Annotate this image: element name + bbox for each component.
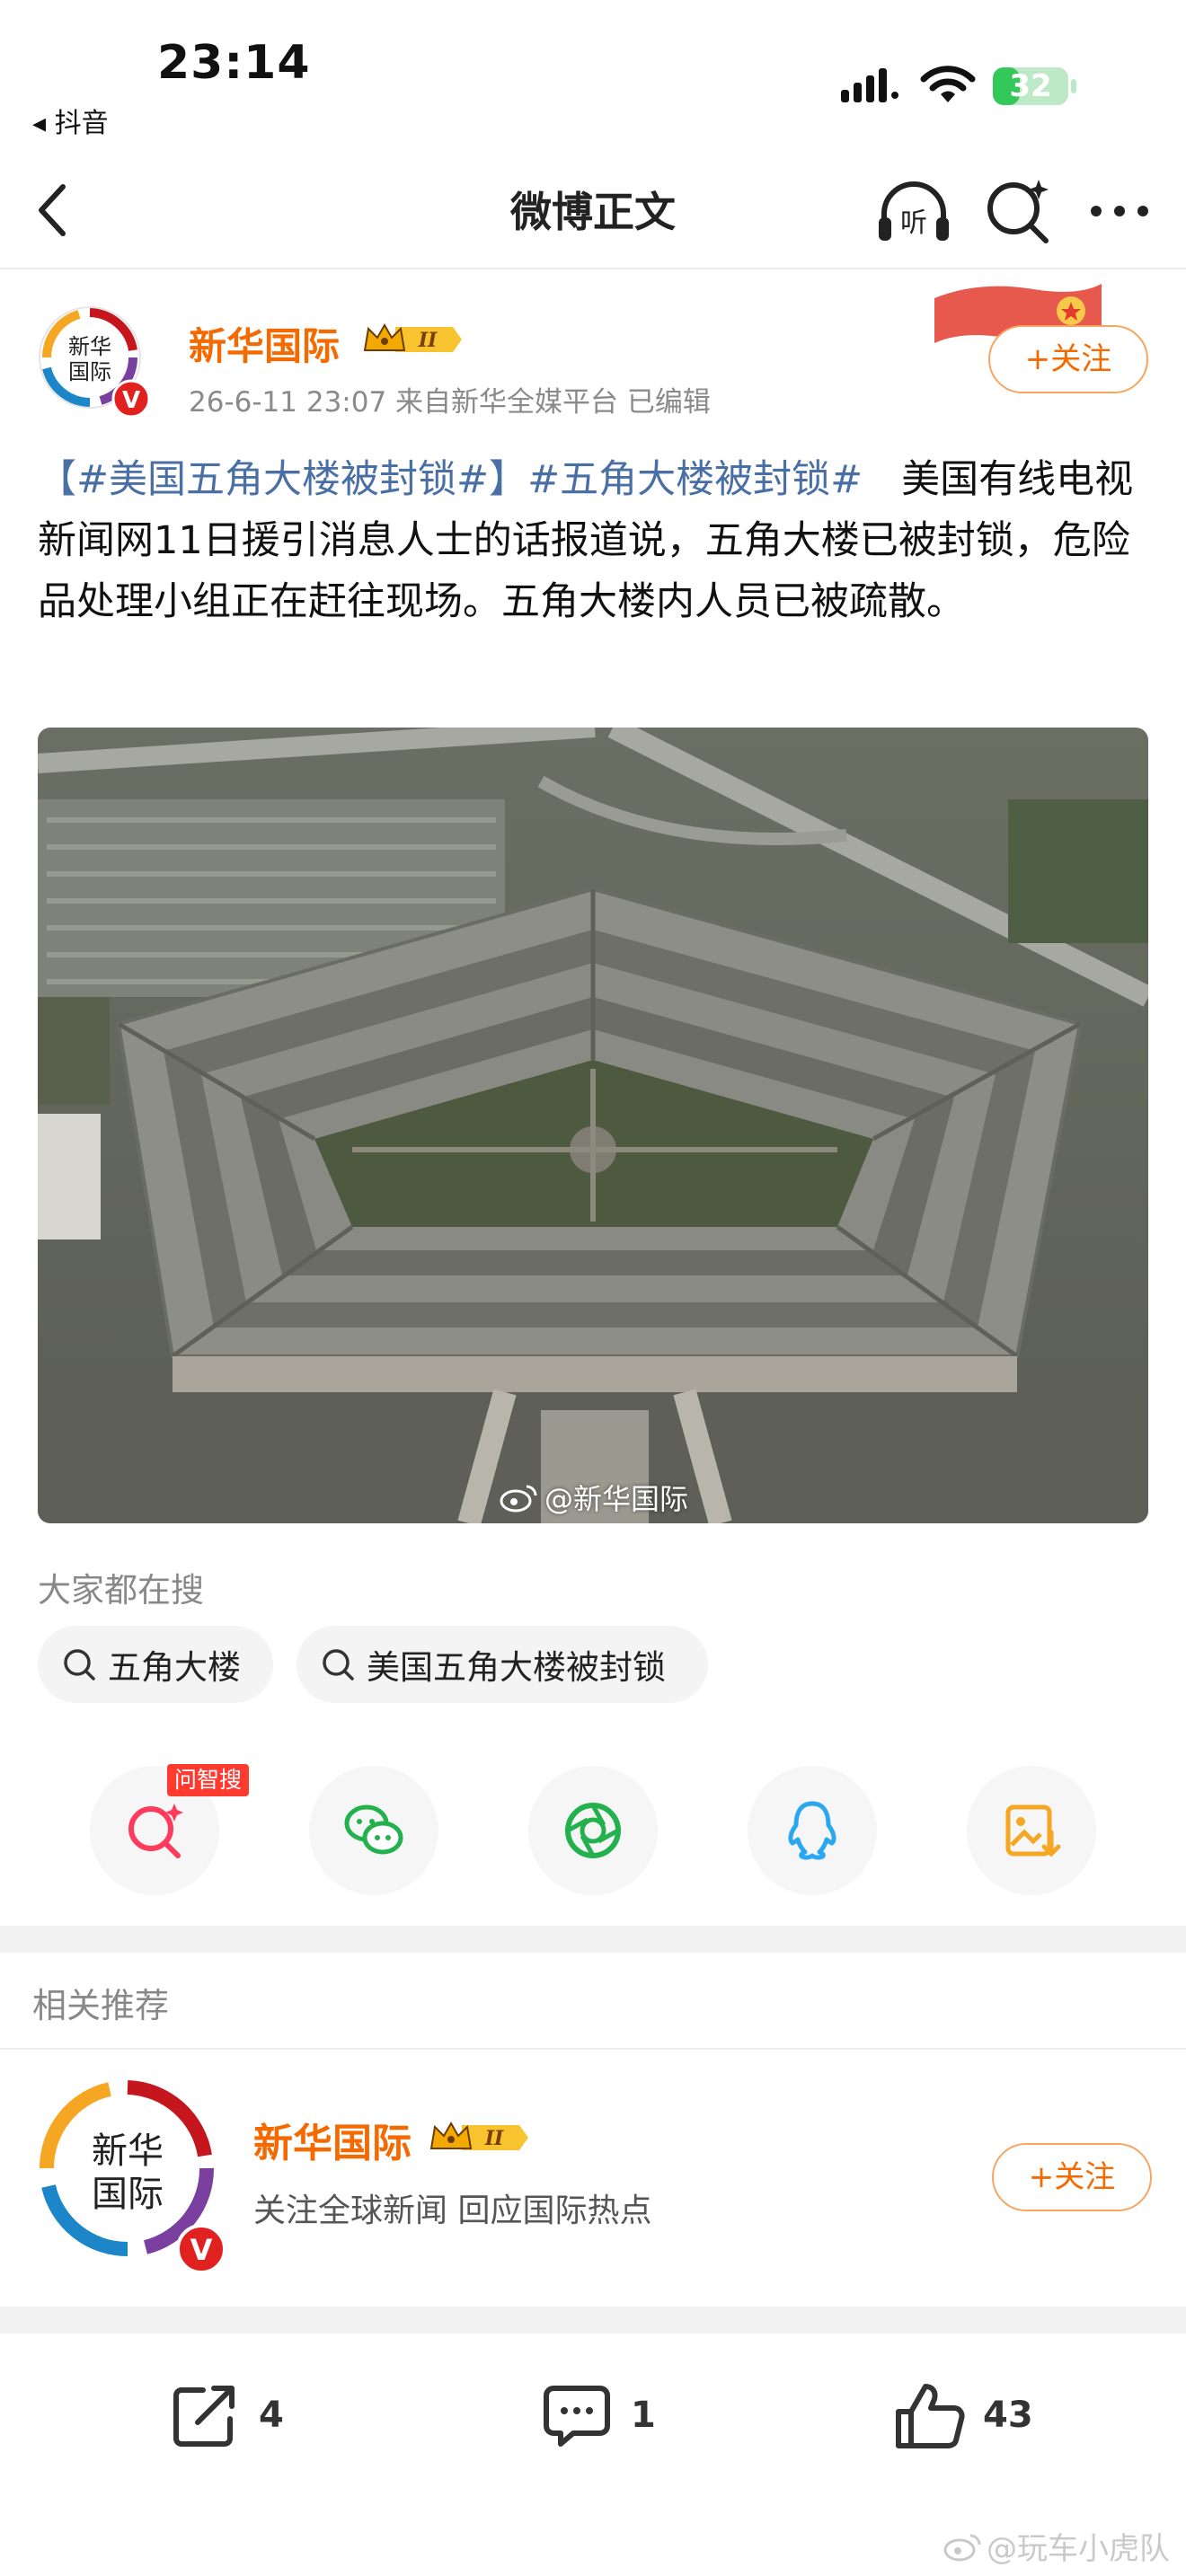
crown-level-badge-icon: II bbox=[429, 2121, 528, 2150]
level-text: II bbox=[484, 2127, 504, 2150]
avatar-text-line1: 新华 bbox=[68, 334, 111, 359]
image-watermark: @新华国际 bbox=[500, 1477, 688, 1518]
save-image-button[interactable] bbox=[967, 1766, 1096, 1895]
search-icon bbox=[323, 1649, 354, 1681]
related-author-name[interactable]: 新华国际 bbox=[253, 2111, 412, 2168]
level-text: II bbox=[418, 329, 438, 352]
related-follow-button[interactable]: +关注 bbox=[992, 2143, 1152, 2211]
back-to-app-link[interactable]: ◂ 抖音 bbox=[32, 101, 109, 140]
repost-count: 4 bbox=[259, 2395, 284, 2436]
avatar-text-line2: 国际 bbox=[68, 359, 111, 384]
listen-headphones-icon[interactable]: 听 bbox=[873, 172, 954, 250]
battery-level: 32 bbox=[1009, 68, 1052, 104]
comment-bubble-icon bbox=[544, 2386, 610, 2447]
related-heading: 相关推荐 bbox=[32, 1986, 170, 2025]
related-author-description: 关注全球新闻 回应国际热点 bbox=[253, 2192, 652, 2229]
comment-count: 1 bbox=[631, 2395, 656, 2436]
share-moments-button[interactable] bbox=[528, 1766, 658, 1895]
image-watermark-text: @新华国际 bbox=[544, 1482, 689, 1516]
weibo-logo-icon bbox=[943, 2534, 981, 2561]
related-author-avatar[interactable]: 新华 国际 V bbox=[34, 2075, 230, 2280]
ai-search-badge: 问智搜 bbox=[167, 1764, 250, 1796]
repost-share-icon bbox=[173, 2386, 235, 2447]
weibo-logo-icon bbox=[500, 1485, 537, 1513]
share-wechat-button[interactable] bbox=[309, 1766, 438, 1895]
wifi-icon bbox=[920, 66, 976, 102]
section-divider bbox=[0, 1926, 1186, 1953]
ai-search-icon bbox=[128, 1804, 183, 1858]
thumbs-up-icon bbox=[896, 2384, 965, 2448]
post-body: 【#美国五角大楼被封锁#】#五角大楼被封锁# 美国有线电视新闻网11日援引消息人… bbox=[38, 449, 1152, 632]
listen-label: 听 bbox=[900, 207, 927, 239]
page-title: 微博正文 bbox=[510, 188, 676, 236]
trending-search-heading: 大家都在搜 bbox=[38, 1571, 204, 1610]
comment-button[interactable]: 1 bbox=[539, 2375, 656, 2456]
author-avatar[interactable]: 新华 国际 V bbox=[38, 305, 155, 422]
ai-search-icon[interactable] bbox=[979, 172, 1057, 250]
verified-badge: V bbox=[122, 387, 140, 414]
bottom-watermark: @玩车小虎队 bbox=[943, 2524, 1170, 2568]
back-arrow-icon[interactable] bbox=[27, 174, 81, 246]
status-time: 23:14 bbox=[157, 36, 311, 90]
post-author-header: 新华 国际 V 新华国际 II 26-6-11 23:07 来自新华全媒平台 已… bbox=[0, 269, 1186, 431]
pentagon-aerial-photo bbox=[38, 728, 1148, 1523]
search-chip-pentagon-locked[interactable]: 美国五角大楼被封锁 bbox=[296, 1626, 708, 1703]
follow-button[interactable]: +关注 bbox=[988, 325, 1148, 393]
topic-link-pentagon-locked[interactable]: 【#美国五角大楼被封锁#】 bbox=[38, 457, 527, 502]
save-image-icon bbox=[1005, 1804, 1061, 1857]
moments-aperture-icon bbox=[565, 1803, 621, 1858]
like-button[interactable]: 43 bbox=[891, 2375, 1033, 2456]
search-chip-pentagon[interactable]: 五角大楼 bbox=[38, 1626, 273, 1703]
repost-button[interactable]: 4 bbox=[167, 2375, 284, 2456]
verified-badge: V bbox=[190, 2233, 213, 2267]
post-meta: 26-6-11 23:07 来自新华全媒平台 已编辑 bbox=[189, 386, 711, 419]
crown-level-badge-icon: II bbox=[363, 322, 462, 352]
topic-link-pentagon[interactable]: #五角大楼被封锁# bbox=[527, 457, 863, 502]
qq-penguin-icon bbox=[788, 1801, 836, 1860]
like-count: 43 bbox=[983, 2395, 1033, 2436]
search-icon bbox=[64, 1649, 95, 1681]
more-dots-icon[interactable] bbox=[1084, 172, 1155, 250]
share-qq-button[interactable] bbox=[748, 1766, 877, 1895]
divider-line bbox=[0, 2048, 1186, 2050]
status-bar: 23:14 ◂ 抖音 32 bbox=[0, 0, 1186, 153]
bottom-watermark-text: @玩车小虎队 bbox=[987, 2531, 1170, 2567]
wechat-icon bbox=[344, 1804, 403, 1855]
search-chip-label: 五角大楼 bbox=[108, 1648, 241, 1687]
avatar-text-line2: 国际 bbox=[92, 2174, 164, 2215]
search-chip-label: 美国五角大楼被封锁 bbox=[367, 1648, 666, 1687]
author-name[interactable]: 新华国际 bbox=[189, 316, 340, 371]
signal-icon bbox=[841, 68, 898, 102]
nav-bar: 微博正文 听 bbox=[0, 153, 1186, 269]
avatar-text-line1: 新华 bbox=[92, 2130, 164, 2172]
section-divider bbox=[0, 2307, 1186, 2333]
post-image[interactable] bbox=[38, 728, 1148, 1523]
